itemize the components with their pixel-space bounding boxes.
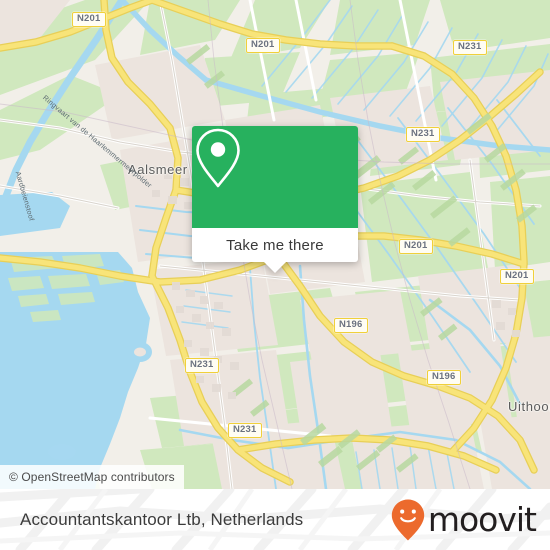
osm-attribution[interactable]: © OpenStreetMap contributors — [0, 465, 184, 489]
road-shield: N231 — [228, 423, 262, 438]
footer-bar: Accountantskantoor Ltb, Netherlands moov… — [0, 489, 550, 550]
road-shield: N196 — [334, 318, 368, 333]
moovit-smiley-pin-icon — [391, 499, 425, 540]
location-title: Accountantskantoor Ltb, Netherlands — [20, 489, 303, 550]
osm-attribution-text: © OpenStreetMap contributors — [9, 470, 175, 484]
road-shield: N231 — [185, 358, 219, 373]
moovit-logo[interactable]: moovit — [390, 489, 537, 550]
moovit-wordmark: moovit — [427, 500, 537, 539]
map-pin-icon — [196, 128, 240, 188]
road-shield: N201 — [399, 239, 433, 254]
road-shield: N201 — [72, 12, 106, 27]
popup-tail — [264, 262, 286, 273]
map-canvas[interactable]: Aalsmeer Uithoorn Ringvaart van de Haarl… — [0, 0, 550, 489]
road-shield: N231 — [453, 40, 487, 55]
take-me-there-label: Take me there — [226, 236, 324, 254]
road-shield: N201 — [500, 269, 534, 284]
popup-icon-area — [192, 126, 358, 228]
popup-action-bar[interactable]: Take me there — [192, 228, 358, 273]
road-shield: N201 — [246, 38, 280, 53]
take-me-there-popup[interactable]: Take me there — [192, 126, 358, 273]
location-title-text: Accountantskantoor Ltb, Netherlands — [20, 509, 304, 529]
road-shield: N196 — [427, 370, 461, 385]
road-shield: N231 — [406, 127, 440, 142]
map-page: Aalsmeer Uithoorn Ringvaart van de Haarl… — [0, 0, 550, 550]
